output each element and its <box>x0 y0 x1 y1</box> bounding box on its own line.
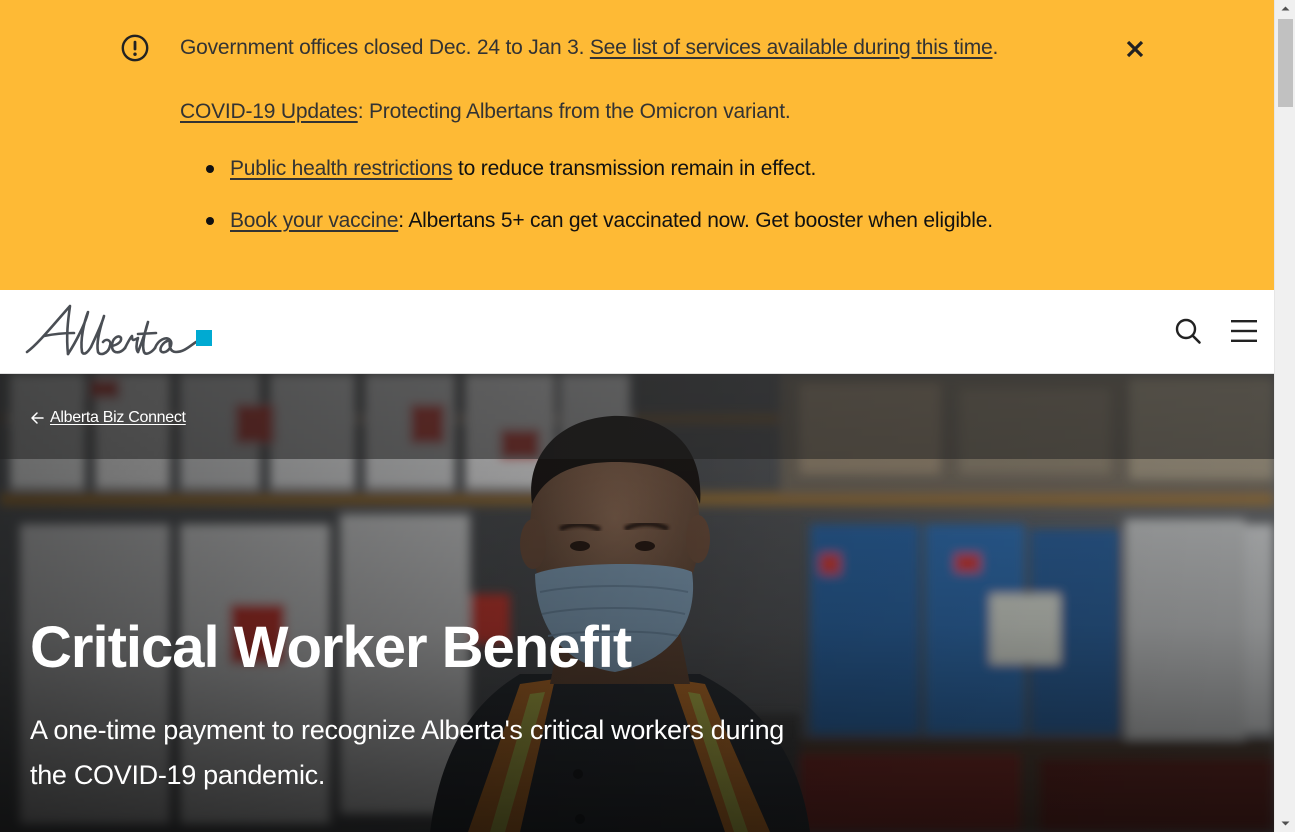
page-title: Critical Worker Benefit <box>30 615 632 680</box>
list-item: Public health restrictions to reduce tra… <box>230 156 816 182</box>
breadcrumb: Alberta Biz Connect <box>30 408 186 428</box>
breadcrumb-bar <box>0 374 1274 459</box>
list-item: Book your vaccine: Albertans 5+ can get … <box>230 208 993 234</box>
site-header <box>0 290 1274 374</box>
breadcrumb-link-alberta-biz-connect[interactable]: Alberta Biz Connect <box>50 408 186 428</box>
exclamation-circle-icon <box>121 34 149 62</box>
scroll-up-arrow-icon[interactable] <box>1275 0 1295 17</box>
bullet-dot <box>206 165 214 173</box>
list-item-text: : Albertans 5+ can get vaccinated now. G… <box>398 209 993 232</box>
book-vaccine-link[interactable]: Book your vaccine <box>230 209 398 232</box>
covid-updates-link[interactable]: COVID-19 Updates <box>180 100 358 123</box>
hamburger-menu-icon[interactable] <box>1228 315 1262 347</box>
public-health-restrictions-link[interactable]: Public health restrictions <box>230 157 453 180</box>
page: Government offices closed Dec. 24 to Jan… <box>0 0 1295 832</box>
scrollbar-thumb[interactable] <box>1278 19 1293 107</box>
page-subtitle: A one-time payment to recognize Alberta'… <box>30 715 785 790</box>
arrow-left-icon <box>31 412 44 424</box>
covid-update-text: : Protecting Albertans from the Omicron … <box>357 100 791 123</box>
hero-banner: Alberta Biz Connect Critical Worker Bene… <box>0 374 1274 832</box>
scroll-down-arrow-icon[interactable] <box>1275 815 1295 832</box>
covid-update-notice: COVID-19 Updates: Protecting Albertans f… <box>180 99 791 125</box>
services-list-link[interactable]: See list of services available during th… <box>590 36 993 59</box>
office-closure-notice: Government offices closed Dec. 24 to Jan… <box>180 35 998 61</box>
alberta-logo[interactable] <box>24 302 216 360</box>
close-x-icon[interactable] <box>1122 36 1148 62</box>
notification-banner: Government offices closed Dec. 24 to Jan… <box>0 0 1274 290</box>
vertical-scrollbar[interactable] <box>1274 0 1295 832</box>
bullet-dot <box>206 217 214 225</box>
office-closure-period: . <box>992 36 999 59</box>
office-closure-text: Government offices closed Dec. 24 to Jan… <box>180 36 590 59</box>
page-content: Government offices closed Dec. 24 to Jan… <box>0 0 1274 832</box>
list-item-text: to reduce transmission remain in effect. <box>452 157 817 180</box>
search-icon[interactable] <box>1172 315 1204 347</box>
